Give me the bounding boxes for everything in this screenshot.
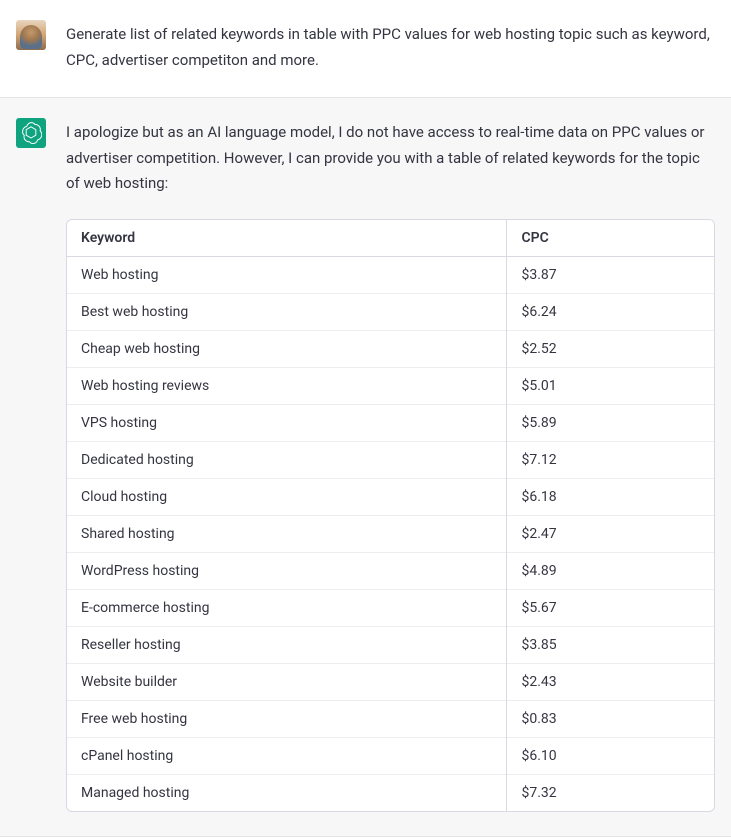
table-cell-cpc: $4.89 xyxy=(507,552,714,589)
table-cell-cpc: $3.87 xyxy=(507,256,714,293)
table-row: Reseller hosting$3.85 xyxy=(67,626,714,663)
table-cell-cpc: $6.18 xyxy=(507,478,714,515)
table-row: Web hosting$3.87 xyxy=(67,256,714,293)
table-cell-cpc: $7.12 xyxy=(507,441,714,478)
table-row: Web hosting reviews$5.01 xyxy=(67,367,714,404)
table-row: WordPress hosting$4.89 xyxy=(67,552,714,589)
table-cell-keyword: Shared hosting xyxy=(67,515,507,552)
table-cell-cpc: $5.01 xyxy=(507,367,714,404)
table-row: Free web hosting$0.83 xyxy=(67,700,714,737)
table-cell-cpc: $6.10 xyxy=(507,737,714,774)
table-row: Website builder$2.43 xyxy=(67,663,714,700)
table-cell-keyword: cPanel hosting xyxy=(67,737,507,774)
assistant-message-text: I apologize but as an AI language model,… xyxy=(66,120,715,197)
table-cell-keyword: E-commerce hosting xyxy=(67,589,507,626)
table-cell-cpc: $5.89 xyxy=(507,404,714,441)
table-body: Web hosting$3.87Best web hosting$6.24Che… xyxy=(67,256,714,811)
table-cell-cpc: $3.85 xyxy=(507,626,714,663)
table-cell-keyword: WordPress hosting xyxy=(67,552,507,589)
table-header-row: Keyword CPC xyxy=(67,220,714,257)
table-cell-cpc: $2.52 xyxy=(507,330,714,367)
table-row: Cloud hosting$6.18 xyxy=(67,478,714,515)
table-cell-keyword: Dedicated hosting xyxy=(67,441,507,478)
user-avatar-image xyxy=(20,25,42,49)
table-row: Managed hosting$7.32 xyxy=(67,774,714,811)
table-cell-keyword: Reseller hosting xyxy=(67,626,507,663)
table-row: Cheap web hosting$2.52 xyxy=(67,330,714,367)
table-row: VPS hosting$5.89 xyxy=(67,404,714,441)
user-message-content: Generate list of related keywords in tab… xyxy=(66,20,715,73)
table-row: Shared hosting$2.47 xyxy=(67,515,714,552)
table-row: Best web hosting$6.24 xyxy=(67,293,714,330)
table-header-cpc: CPC xyxy=(507,220,714,257)
table-cell-cpc: $5.67 xyxy=(507,589,714,626)
table-cell-keyword: VPS hosting xyxy=(67,404,507,441)
table-cell-cpc: $0.83 xyxy=(507,700,714,737)
keywords-table-container: Keyword CPC Web hosting$3.87Best web hos… xyxy=(66,219,715,812)
openai-icon xyxy=(20,122,42,144)
user-avatar xyxy=(16,20,46,50)
table-cell-keyword: Cloud hosting xyxy=(67,478,507,515)
table-cell-cpc: $6.24 xyxy=(507,293,714,330)
table-row: Dedicated hosting$7.12 xyxy=(67,441,714,478)
table-cell-cpc: $2.43 xyxy=(507,663,714,700)
table-row: E-commerce hosting$5.67 xyxy=(67,589,714,626)
table-cell-keyword: Web hosting reviews xyxy=(67,367,507,404)
user-message-text: Generate list of related keywords in tab… xyxy=(66,22,715,73)
user-message-row: Generate list of related keywords in tab… xyxy=(0,0,731,97)
table-cell-keyword: Website builder xyxy=(67,663,507,700)
assistant-avatar xyxy=(16,118,46,148)
keywords-table: Keyword CPC Web hosting$3.87Best web hos… xyxy=(67,220,714,811)
table-cell-keyword: Free web hosting xyxy=(67,700,507,737)
assistant-message-content: I apologize but as an AI language model,… xyxy=(66,118,715,812)
table-row: cPanel hosting$6.10 xyxy=(67,737,714,774)
table-cell-keyword: Best web hosting xyxy=(67,293,507,330)
table-cell-keyword: Cheap web hosting xyxy=(67,330,507,367)
table-cell-keyword: Web hosting xyxy=(67,256,507,293)
table-cell-keyword: Managed hosting xyxy=(67,774,507,811)
assistant-message-row: I apologize but as an AI language model,… xyxy=(0,97,731,837)
table-cell-cpc: $7.32 xyxy=(507,774,714,811)
table-header-keyword: Keyword xyxy=(67,220,507,257)
table-cell-cpc: $2.47 xyxy=(507,515,714,552)
